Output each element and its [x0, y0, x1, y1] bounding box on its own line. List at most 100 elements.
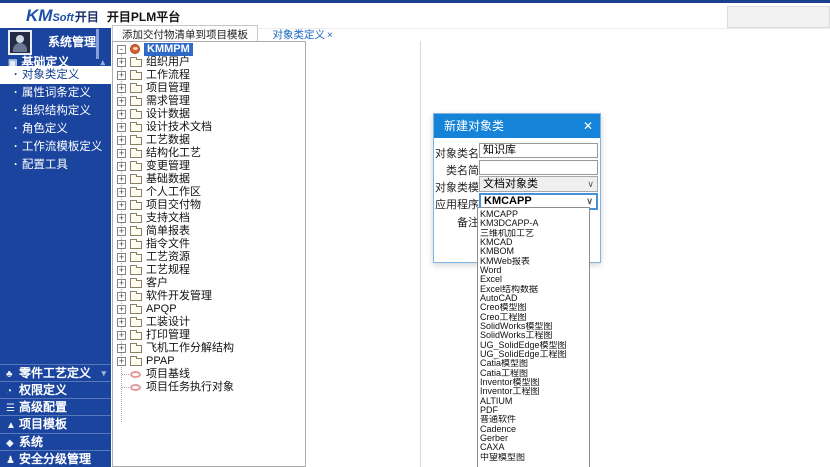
dropdown-option[interactable]: SolidWorks工程图 — [478, 331, 589, 340]
dropdown-option[interactable]: KMCAD — [478, 238, 589, 247]
dropdown-option[interactable]: 三维机加工艺 — [478, 229, 589, 238]
tree-leaf-item[interactable]: 项目任务执行对象 — [113, 381, 305, 394]
folder-icon — [130, 137, 142, 145]
tree-folder-item[interactable]: 变更管理 — [113, 160, 305, 173]
dropdown-option[interactable]: KMCAPP — [478, 210, 589, 219]
expand-icon[interactable] — [117, 71, 126, 80]
expand-icon[interactable] — [117, 188, 126, 197]
header-toolbar-box[interactable] — [727, 6, 830, 28]
sidebar-section[interactable]: ◆系统 — [0, 433, 111, 450]
expand-icon[interactable] — [117, 162, 126, 171]
tree-folder-item[interactable]: 工作流程 — [113, 69, 305, 82]
sidebar-section[interactable]: ☰高级配置 — [0, 398, 111, 415]
dropdown-option[interactable]: UG_SolidEdge模型图 — [478, 341, 589, 350]
tree-folder-item[interactable]: PPAP — [113, 355, 305, 368]
class-short-name-input[interactable] — [479, 160, 598, 175]
dropdown-option[interactable]: KMWeb报表 — [478, 257, 589, 266]
tree-folder-item[interactable]: 飞机工作分解结构 — [113, 342, 305, 355]
tree-folder-item[interactable]: 打印管理 — [113, 329, 305, 342]
dropdown-option[interactable]: UG_SolidEdge工程图 — [478, 350, 589, 359]
sidebar-section[interactable]: ◔权限定义 — [0, 381, 111, 398]
tab-close-icon[interactable]: × — [327, 30, 333, 41]
dropdown-option[interactable]: Excel — [478, 275, 589, 284]
tree-folder-item[interactable]: 支持文档 — [113, 212, 305, 225]
dropdown-option[interactable]: KMBOM — [478, 247, 589, 256]
expand-icon[interactable] — [117, 214, 126, 223]
tree-folder-item[interactable]: 指令文件 — [113, 238, 305, 251]
tree-folder-item[interactable]: 项目管理 — [113, 82, 305, 95]
expand-icon[interactable] — [117, 149, 126, 158]
expand-icon[interactable] — [117, 227, 126, 236]
sidebar-menu-item[interactable]: 组织结构定义 — [0, 102, 111, 120]
dropdown-option[interactable]: 普通软件 — [478, 415, 589, 424]
expand-icon[interactable] — [117, 266, 126, 275]
dropdown-option[interactable]: Creo模型图 — [478, 303, 589, 312]
tree-folder-item[interactable]: APQP — [113, 303, 305, 316]
expand-icon[interactable] — [117, 110, 126, 119]
dropdown-option[interactable]: 中望模型图 — [478, 453, 589, 462]
expand-icon[interactable] — [117, 344, 126, 353]
dropdown-option[interactable]: Catia模型图 — [478, 359, 589, 368]
tree-folder-item[interactable]: 结构化工艺 — [113, 147, 305, 160]
dropdown-option[interactable]: Inventor工程图 — [478, 387, 589, 396]
tree-folder-item[interactable]: 软件开发管理 — [113, 290, 305, 303]
dropdown-option[interactable]: Cadence — [478, 425, 589, 434]
sidebar-menu-item[interactable]: 配置工具 — [0, 156, 111, 174]
tree-folder-item[interactable]: 组织用户 — [113, 56, 305, 69]
expand-icon[interactable] — [117, 279, 126, 288]
expand-icon[interactable] — [117, 305, 126, 314]
object-class-template-select[interactable]: 文档对象类 ∨ — [479, 176, 598, 192]
dropdown-option[interactable]: Creo工程图 — [478, 313, 589, 322]
dialog-close-icon[interactable]: ✕ — [583, 114, 593, 138]
tree-root-kmmpm[interactable]: KMMPM — [113, 43, 305, 56]
dropdown-option[interactable]: CAXA — [478, 443, 589, 452]
expand-icon[interactable] — [117, 175, 126, 184]
sidebar-section[interactable]: ♟安全分级管理 — [0, 450, 111, 467]
sidebar-menu-item[interactable]: 工作流模板定义 — [0, 138, 111, 156]
dropdown-option[interactable]: SolidWorks模型图 — [478, 322, 589, 331]
sidebar-section[interactable]: ▲项目模板 — [0, 415, 111, 432]
tree-folder-item[interactable]: 工艺资源 — [113, 251, 305, 264]
tree-folder-item[interactable]: 项目交付物 — [113, 199, 305, 212]
expand-icon[interactable] — [117, 123, 126, 132]
tree-folder-item[interactable]: 工艺规程 — [113, 264, 305, 277]
tree-folder-item[interactable]: 基础数据 — [113, 173, 305, 186]
tree-folder-item[interactable]: 工装设计 — [113, 316, 305, 329]
tree-folder-item[interactable]: 设计数据 — [113, 108, 305, 121]
expand-icon[interactable] — [117, 253, 126, 262]
collapse-icon[interactable] — [117, 45, 126, 54]
tree-folder-item[interactable]: 个人工作区 — [113, 186, 305, 199]
dropdown-option[interactable]: Inventor模型图 — [478, 378, 589, 387]
tree-folder-item[interactable]: 设计技术文档 — [113, 121, 305, 134]
dropdown-option[interactable]: KM3DCAPP-A — [478, 219, 589, 228]
expand-icon[interactable] — [117, 84, 126, 93]
dropdown-option[interactable]: AutoCAD — [478, 294, 589, 303]
expand-icon[interactable] — [117, 292, 126, 301]
dropdown-option[interactable]: Gerber — [478, 434, 589, 443]
dropdown-option[interactable]: PDF — [478, 406, 589, 415]
expand-icon[interactable] — [117, 331, 126, 340]
dropdown-option[interactable]: ALTIUM — [478, 397, 589, 406]
user-avatar[interactable] — [8, 30, 32, 55]
dropdown-option[interactable]: Excel结构数据 — [478, 285, 589, 294]
expand-icon[interactable] — [117, 357, 126, 366]
tree-leaf-item[interactable]: 项目基线 — [113, 368, 305, 381]
tab-object-class-definition[interactable]: 对象类定义× — [272, 27, 332, 42]
tree-folder-item[interactable]: 工艺数据 — [113, 134, 305, 147]
sidebar-menu-item[interactable]: 角色定义 — [0, 120, 111, 138]
expand-icon[interactable] — [117, 240, 126, 249]
sidebar-section[interactable]: ♣零件工艺定义 ▾ — [0, 364, 111, 381]
sidebar-menu-item[interactable]: 属性词条定义 — [0, 84, 111, 102]
object-class-name-input[interactable]: 知识库 — [479, 143, 598, 158]
tree-folder-item[interactable]: 需求管理 — [113, 95, 305, 108]
dropdown-option[interactable]: Catia工程图 — [478, 369, 589, 378]
expand-icon[interactable] — [117, 201, 126, 210]
tree-folder-item[interactable]: 客户 — [113, 277, 305, 290]
expand-icon[interactable] — [117, 97, 126, 106]
sidebar-menu-item[interactable]: 对象类定义 — [0, 66, 111, 84]
expand-icon[interactable] — [117, 58, 126, 67]
expand-icon[interactable] — [117, 136, 126, 145]
expand-icon[interactable] — [117, 318, 126, 327]
dropdown-option[interactable]: Word — [478, 266, 589, 275]
tree-folder-item[interactable]: 简单报表 — [113, 225, 305, 238]
